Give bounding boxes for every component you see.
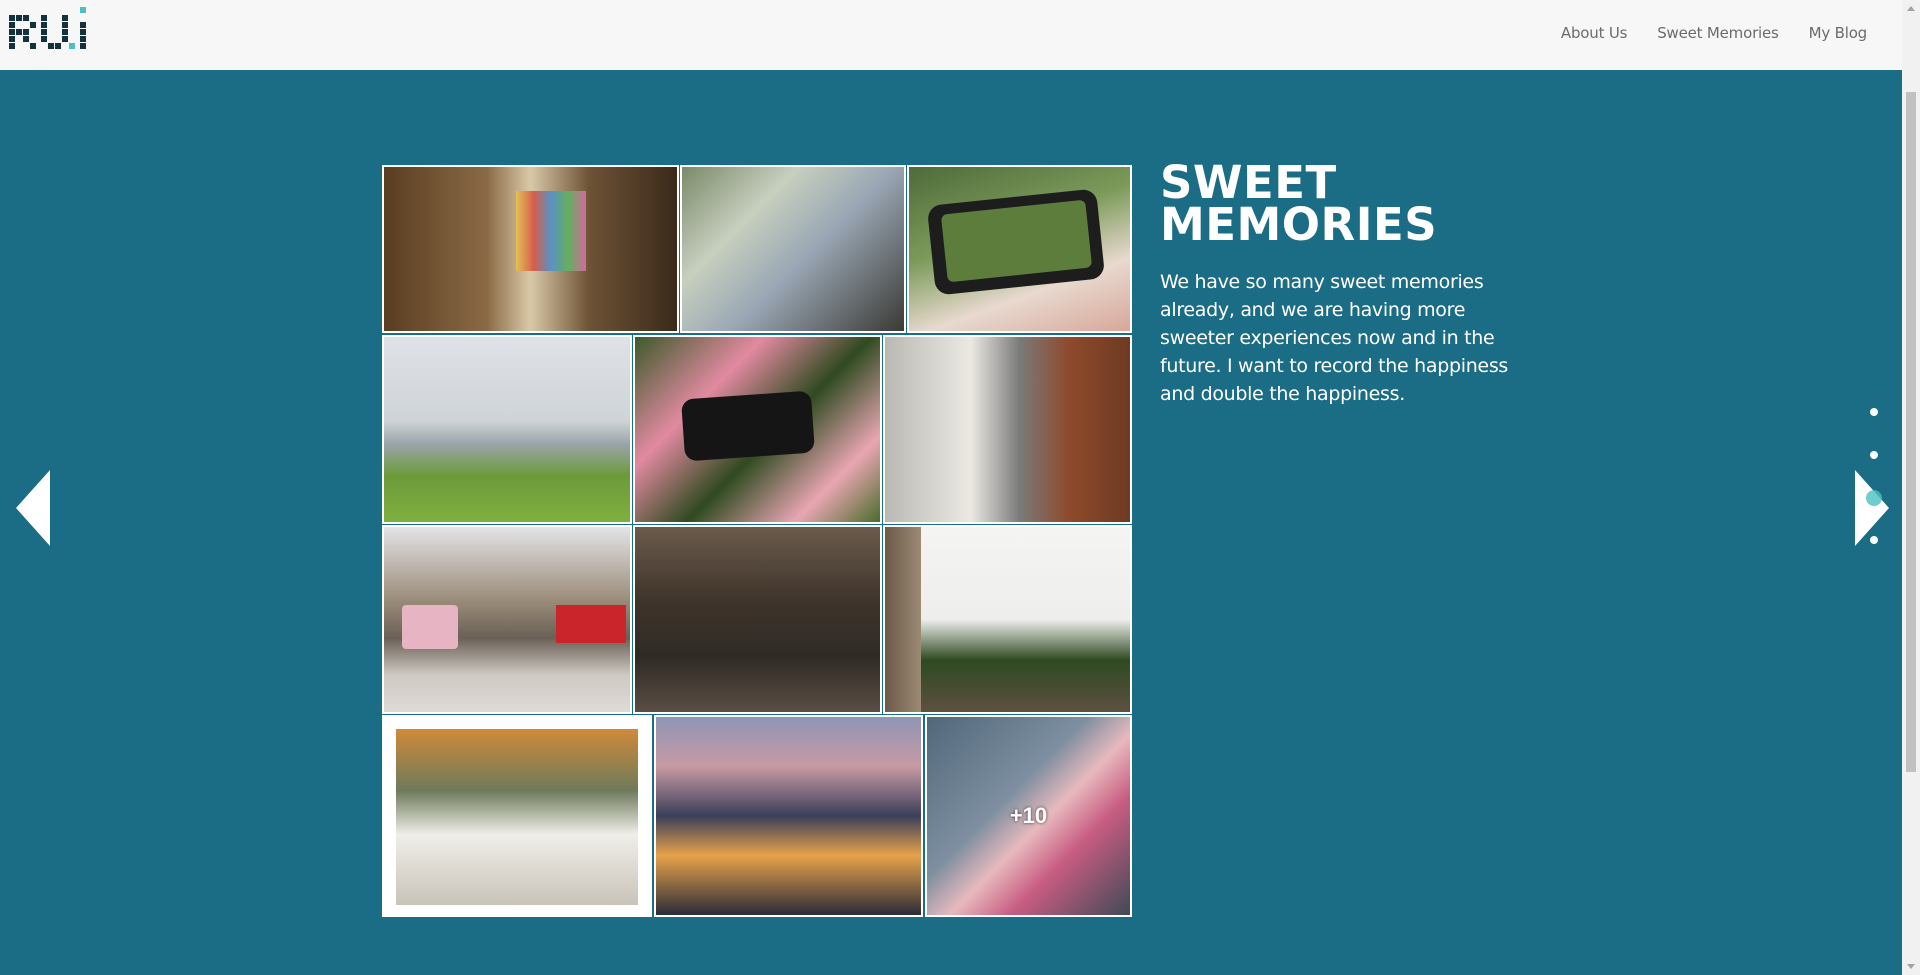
gallery-photo-girl-winter-coat[interactable] <box>382 715 652 917</box>
gallery-photo-girl-pink-hat[interactable]: +10 <box>925 715 1132 917</box>
nav-link-about-us[interactable]: About Us <box>1561 24 1628 42</box>
pager-dot-4[interactable] <box>1870 536 1878 544</box>
next-slide-arrow-icon[interactable] <box>1855 470 1889 546</box>
more-photos-count[interactable]: +10 <box>927 803 1130 829</box>
gallery-photo-town-at-dusk[interactable] <box>654 715 923 917</box>
gallery-photo-couple-by-lake[interactable] <box>382 335 632 524</box>
gallery-photo-umbrella-street[interactable] <box>883 335 1132 524</box>
pager-dot-2[interactable] <box>1870 451 1878 459</box>
gallery-photo-shop-interior[interactable] <box>382 165 679 333</box>
sweet-memories-panel: SWEET MEMORIES We have so many sweet mem… <box>1160 160 1520 408</box>
gallery-photo-cathedral-view[interactable] <box>883 525 1132 714</box>
section-description: We have so many sweet memories already, … <box>1160 271 1509 405</box>
gallery-photo-girl-taking-photo[interactable] <box>680 165 906 333</box>
section-title-line-2: MEMORIES <box>1160 198 1438 251</box>
scroll-up-arrow-icon[interactable] <box>1907 6 1915 11</box>
gallery-photo-ice-cream-van[interactable] <box>382 525 632 714</box>
site-logo[interactable] <box>7 5 91 59</box>
top-navbar: About Us Sweet Memories My Blog <box>0 0 1902 70</box>
scroll-down-arrow-icon[interactable] <box>1907 964 1915 969</box>
main-nav: About Us Sweet Memories My Blog <box>1561 24 1867 42</box>
nav-link-sweet-memories[interactable]: Sweet Memories <box>1657 24 1779 42</box>
gallery-photo-phone-pink-flowers[interactable] <box>633 335 882 524</box>
scroll-thumb[interactable] <box>1906 92 1916 772</box>
nav-link-my-blog[interactable]: My Blog <box>1809 24 1868 42</box>
pager-dot-3-active[interactable] <box>1866 490 1882 506</box>
page-scrollbar[interactable] <box>1902 0 1920 975</box>
section-title: SWEET MEMORIES <box>1160 160 1520 247</box>
photo-gallery: +10 <box>382 165 1132 917</box>
previous-slide-arrow-icon[interactable] <box>16 470 50 546</box>
pager-dot-1[interactable] <box>1870 408 1878 416</box>
gallery-photo-shambles-street[interactable] <box>633 525 882 714</box>
gallery-photo-phone-daisies[interactable] <box>907 165 1132 333</box>
